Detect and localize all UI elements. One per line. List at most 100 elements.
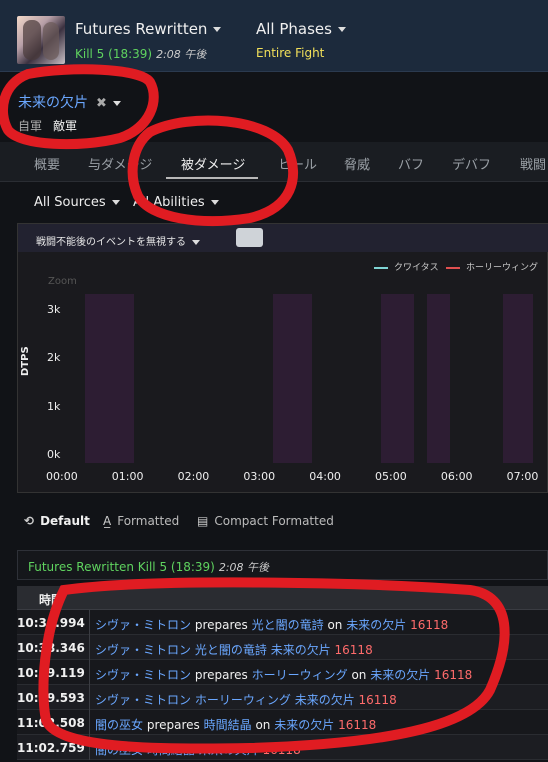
event-source[interactable]: シヴァ・ミトロン bbox=[95, 643, 191, 657]
x-tick-label: 07:00 bbox=[506, 470, 539, 483]
view-compact-formatted[interactable]: ▤ Compact Formatted bbox=[197, 514, 334, 528]
zoom-label: Zoom bbox=[48, 276, 77, 287]
legend-swatch bbox=[446, 266, 460, 269]
y-axis-title: DTPS bbox=[20, 346, 31, 376]
event-ability[interactable]: ホーリーウィング bbox=[252, 668, 348, 682]
plot-area[interactable] bbox=[62, 294, 548, 463]
event-ability[interactable]: 時間結晶 bbox=[204, 718, 252, 732]
event-target[interactable]: 未来の欠片 bbox=[274, 718, 334, 732]
event-ability[interactable]: 時間結晶 bbox=[147, 743, 195, 757]
tab-threat[interactable]: 脅威 bbox=[344, 154, 370, 173]
report-title-dropdown[interactable]: Futures Rewritten bbox=[75, 20, 222, 38]
event-target[interactable]: 未来の欠片 bbox=[295, 693, 355, 707]
tab-combat[interactable]: 戦闘 bbox=[520, 154, 546, 173]
report-title: Futures Rewritten bbox=[75, 20, 208, 38]
event-time: 10:59.593 bbox=[17, 691, 85, 705]
tab-damage-done[interactable]: 与ダメージ bbox=[88, 154, 152, 173]
chevron-down-icon[interactable] bbox=[112, 100, 121, 106]
chevron-down-icon bbox=[111, 200, 120, 205]
event-verb: prepares bbox=[146, 718, 200, 732]
ignore-toggle[interactable] bbox=[236, 228, 263, 247]
event-source[interactable]: 闇の巫女 bbox=[95, 743, 143, 757]
tab-damage-taken[interactable]: 被ダメージ bbox=[181, 154, 245, 173]
y-tick-label: 2k bbox=[47, 351, 61, 365]
tab-healing[interactable]: ヒール bbox=[278, 154, 317, 173]
entire-fight-label[interactable]: Entire Fight bbox=[256, 46, 324, 60]
highlight-band bbox=[502, 294, 533, 463]
column-divider bbox=[89, 710, 90, 735]
legend-swatch bbox=[374, 266, 388, 269]
close-icon[interactable]: ✖ bbox=[96, 96, 107, 111]
column-divider bbox=[89, 735, 90, 760]
table-row[interactable]: 11:02.759 闇の巫女 時間結晶 未来の欠片 16118 bbox=[17, 735, 548, 760]
table-row[interactable]: 10:59.119 シヴァ・ミトロン prepares ホーリーウィング on 未… bbox=[17, 660, 548, 685]
event-target-id: 16118 bbox=[358, 693, 397, 707]
event-ability[interactable]: 光と闇の竜詩 bbox=[252, 618, 324, 632]
phases-dropdown[interactable]: All Phases bbox=[256, 20, 346, 38]
format-icon: A̲ bbox=[103, 514, 112, 528]
events-table: 時間 10:38.994 シヴァ・ミトロン prepares 光と闇の竜詩 on … bbox=[17, 586, 548, 760]
history-icon: ⟲ bbox=[24, 514, 35, 528]
legend-item[interactable]: ホーリーウィング bbox=[446, 260, 538, 273]
abilities-dropdown[interactable]: All Abilities bbox=[133, 195, 219, 210]
event-source[interactable]: シヴァ・ミトロン bbox=[95, 618, 191, 632]
highlight-band bbox=[85, 294, 135, 463]
event-target-id: 16118 bbox=[262, 743, 301, 757]
friendly-filter[interactable]: 自軍 bbox=[18, 117, 42, 134]
view-default-label: Default bbox=[40, 514, 90, 528]
avatar bbox=[17, 16, 65, 64]
event-time: 10:59.119 bbox=[17, 666, 85, 680]
table-row[interactable]: 10:38.346 シヴァ・ミトロン 光と闇の竜詩 未来の欠片 16118 bbox=[17, 635, 548, 660]
ignore-after-death-dropdown[interactable]: 戦闘不能後のイベントを無視する bbox=[36, 233, 200, 248]
ignore-after-death-label: 戦闘不能後のイベントを無視する bbox=[36, 237, 186, 248]
time-column-header[interactable]: 時間 bbox=[39, 591, 63, 608]
tab-bar: 概要 与ダメージ 被ダメージ ヒール 脅威 バフ デバフ 戦闘 bbox=[0, 142, 548, 182]
event-text: シヴァ・ミトロン prepares ホーリーウィング on 未来の欠片 1611… bbox=[95, 666, 472, 683]
view-formatted[interactable]: A̲ Formatted bbox=[103, 514, 179, 528]
event-target[interactable]: 未来の欠片 bbox=[370, 668, 430, 682]
x-tick-label: 05:00 bbox=[375, 470, 407, 483]
legend-label: ホーリーウィング bbox=[466, 263, 539, 273]
highlight-band bbox=[381, 294, 415, 463]
view-compact-label: Compact Formatted bbox=[214, 514, 334, 528]
sources-dropdown[interactable]: All Sources bbox=[34, 195, 120, 210]
x-tick-label: 01:00 bbox=[111, 470, 144, 483]
kill-label[interactable]: Kill 5 (18:39) 2:08 午後 bbox=[75, 46, 206, 62]
event-text: 闇の巫女 prepares 時間結晶 on 未来の欠片 16118 bbox=[95, 716, 376, 733]
fight-name-row: Futures Rewritten Kill 5 (18:39) 2:08 午後 bbox=[28, 559, 269, 575]
event-time: 11:02.759 bbox=[17, 741, 85, 755]
chevron-down-icon bbox=[337, 27, 346, 32]
fight-name[interactable]: Futures Rewritten Kill 5 (18:39) bbox=[28, 560, 215, 574]
fight-info: Futures Rewritten Kill 5 (18:39) 2:08 午後 bbox=[17, 550, 548, 580]
event-ability[interactable]: ホーリーウィング bbox=[195, 693, 291, 707]
report-header: Futures Rewritten Kill 5 (18:39) 2:08 午後 … bbox=[0, 0, 548, 72]
y-tick-label: 0k bbox=[47, 448, 61, 461]
highlight-band bbox=[427, 294, 451, 463]
active-tab-indicator bbox=[166, 177, 258, 179]
chevron-down-icon bbox=[213, 27, 222, 32]
view-default[interactable]: ⟲ Default bbox=[24, 514, 90, 528]
legend-item[interactable]: クワイタス bbox=[374, 260, 439, 273]
event-target[interactable]: 未来の欠片 bbox=[271, 643, 331, 657]
x-tick-label: 04:00 bbox=[309, 470, 341, 483]
event-target[interactable]: 未来の欠片 bbox=[346, 618, 406, 632]
column-divider bbox=[89, 660, 90, 685]
table-row[interactable]: 10:59.593 シヴァ・ミトロン ホーリーウィング 未来の欠片 16118 bbox=[17, 685, 548, 710]
tab-debuffs[interactable]: デバフ bbox=[452, 154, 491, 173]
table-row[interactable]: 11:02.508 闇の巫女 prepares 時間結晶 on 未来の欠片 161… bbox=[17, 710, 548, 735]
table-row[interactable]: 10:38.994 シヴァ・ミトロン prepares 光と闇の竜詩 on 未来の… bbox=[17, 610, 548, 635]
event-source[interactable]: 闇の巫女 bbox=[95, 718, 143, 732]
tab-summary[interactable]: 概要 bbox=[34, 154, 60, 173]
event-target-id: 16118 bbox=[410, 618, 449, 632]
legend-label: クワイタス bbox=[394, 263, 439, 273]
event-target[interactable]: 未来の欠片 bbox=[199, 743, 259, 757]
event-source[interactable]: シヴァ・ミトロン bbox=[95, 668, 191, 682]
tab-buffs[interactable]: バフ bbox=[398, 154, 424, 173]
hostile-filter[interactable]: 敵軍 bbox=[53, 117, 77, 134]
event-ability[interactable]: 光と闇の竜詩 bbox=[195, 643, 267, 657]
event-time: 11:02.508 bbox=[17, 716, 85, 730]
event-text: 闇の巫女 時間結晶 未来の欠片 16118 bbox=[95, 741, 301, 758]
event-verb: prepares bbox=[194, 618, 248, 632]
event-source[interactable]: シヴァ・ミトロン bbox=[95, 693, 191, 707]
actor-selector[interactable]: 未来の欠片 ✖ bbox=[18, 92, 121, 112]
